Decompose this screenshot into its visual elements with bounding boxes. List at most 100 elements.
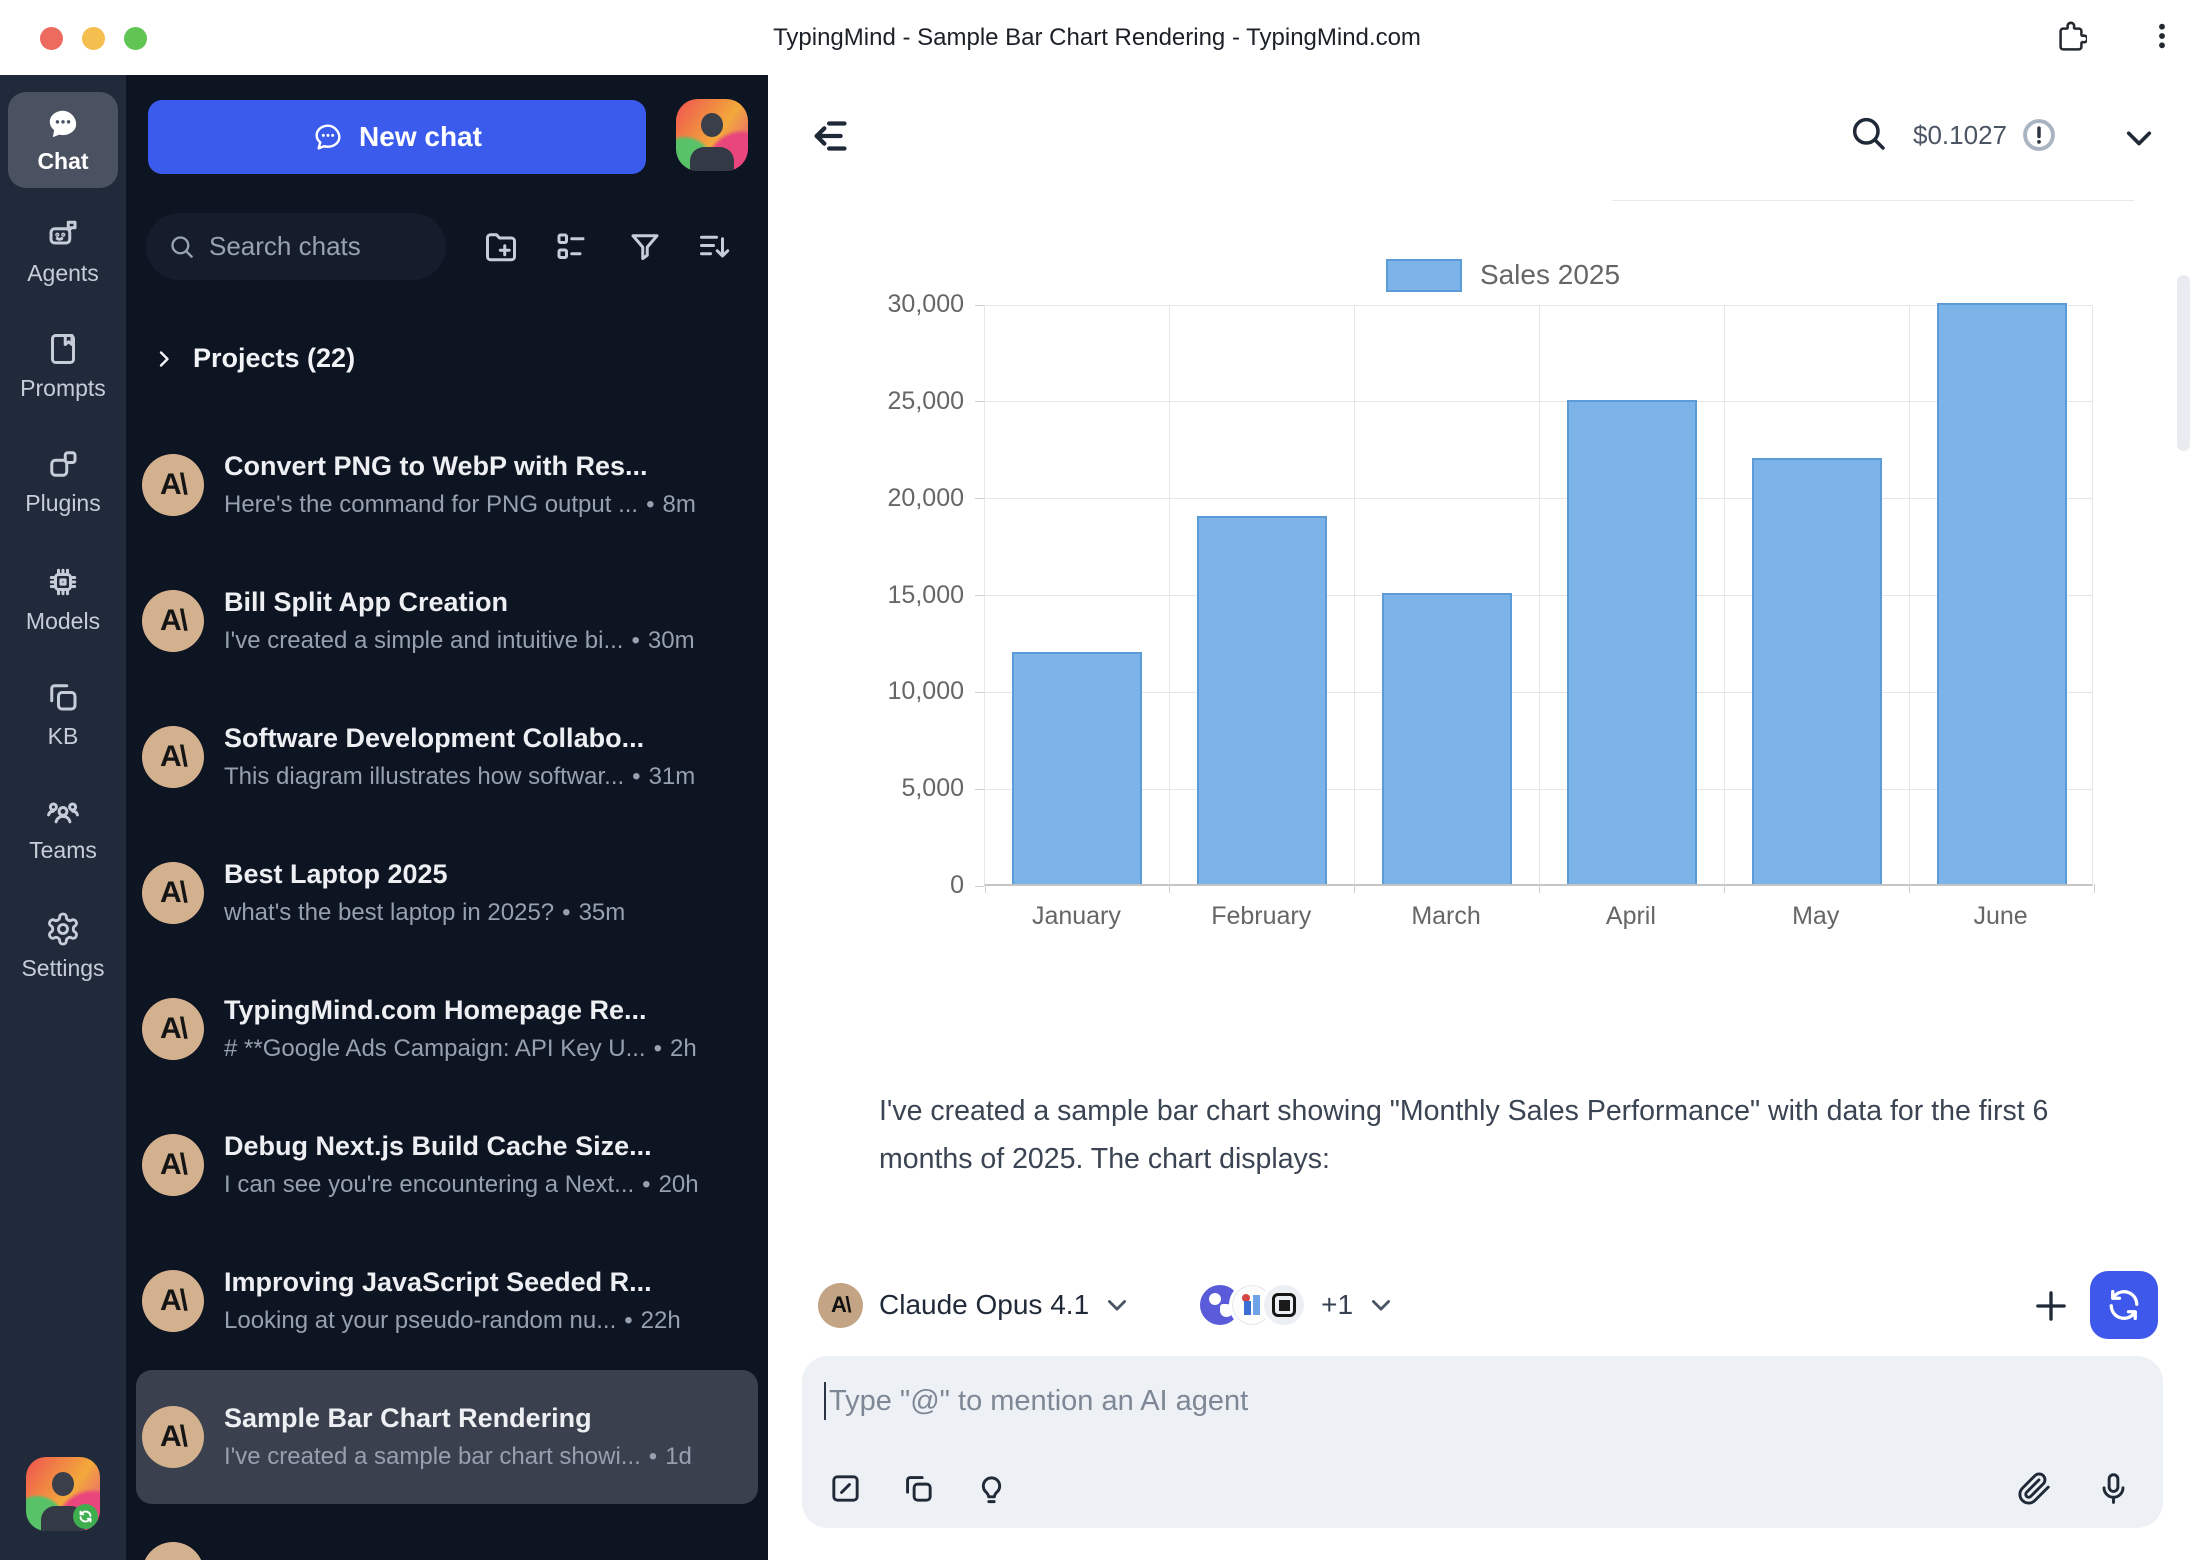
projects-label: Projects (22) [193,343,355,374]
microphone-icon[interactable] [2096,1471,2131,1506]
chart-plot [984,305,2093,886]
chat-preview: Looking at your pseudo-random nu...•22h [224,1307,681,1335]
sort-descending-icon[interactable] [697,229,733,265]
nav-item-settings[interactable]: Settings [0,902,126,990]
nav-item-plugins[interactable]: Plugins [0,437,126,525]
assistant-message: I've created a sample bar chart showing … [879,1087,2109,1183]
app-window: TypingMind - Sample Bar Chart Rendering … [0,0,2194,1560]
main-panel: $0.1027 Sales 2025 05,00010,00015,00020,… [768,75,2194,1560]
chat-list-item[interactable]: A\Bill Split App CreationI've created a … [136,554,758,688]
collapse-sidebar-icon[interactable] [809,113,855,159]
composer-input[interactable]: Type "@" to mention an AI agent [824,1382,1248,1420]
bar-chart: Sales 2025 05,00010,00015,00020,00025,00… [898,255,2108,931]
plugins-selector[interactable] [1197,1282,1307,1328]
nav-item-label: Prompts [20,375,106,402]
chat-list-item[interactable]: A\Debug Next.js Build Cache Size...I can… [136,1098,758,1232]
usage-cost-badge[interactable]: $0.1027 [1913,117,2057,153]
chart-bar [1197,516,1327,884]
browser-menu-kebab-icon[interactable] [2146,20,2178,52]
anthropic-logo: A\ [142,590,204,652]
x-axis-label: March [1354,902,1539,931]
chat-preview: # **Google Ads Campaign: API Key U...•2h [224,1035,697,1063]
nav-item-label: Settings [21,955,104,982]
chevron-down-icon[interactable] [1103,1291,1131,1319]
nav-item-chat[interactable]: Chat [8,92,118,188]
projects-section-toggle[interactable]: Projects (22) [152,343,355,374]
copies-icon[interactable] [901,1471,936,1506]
chart-bar [1937,303,2067,884]
chat-title: Software Development Collabo... [224,723,695,754]
scrollbar-thumb[interactable] [2177,275,2190,451]
model-selector-row: A\ Claude Opus 4.1 +1 [818,1271,1395,1339]
chat-title: Debug Next.js Build Cache Size... [224,1131,699,1162]
window-titlebar: TypingMind - Sample Bar Chart Rendering … [0,0,2194,75]
anthropic-logo: A\ [142,1542,204,1560]
nav-item-label: Chat [37,148,88,175]
chat-timestamp: 1d [665,1443,692,1470]
blocks-plugin-icon [45,446,81,482]
new-chat-button[interactable]: New chat [148,100,646,174]
chat-list-item[interactable]: A\Convert PNG to WebP with Res...Here's … [136,418,758,552]
anthropic-logo: A\ [142,1406,204,1468]
text-caret [824,1382,826,1420]
lightbulb-icon[interactable] [974,1471,1009,1506]
new-chat-label: New chat [359,121,482,153]
nav-item-label: KB [48,723,79,750]
nav-item-prompts[interactable]: Prompts [0,322,126,410]
x-axis-label: May [1723,902,1908,931]
chart-x-axis: JanuaryFebruaryMarchAprilMayJune [984,902,2093,931]
nav-item-kb[interactable]: KB [0,670,126,758]
extensions-puzzle-icon[interactable] [2055,20,2087,52]
user-avatar[interactable] [26,1457,100,1531]
chevron-down-icon[interactable] [2120,119,2158,157]
paperclip-icon[interactable] [2017,1471,2052,1506]
chat-timestamp: 20h [659,1171,699,1198]
chart-bar [1382,593,1512,884]
regenerate-button[interactable] [2090,1271,2158,1339]
chat-list-item[interactable]: A\Software Development Collabo...This di… [136,690,758,824]
anthropic-logo: A\ [142,454,204,516]
nav-item-models[interactable]: Models [0,555,126,643]
new-folder-icon[interactable] [483,229,519,265]
chat-preview: I've created a simple and intuitive bi..… [224,627,695,655]
sync-status-icon [73,1504,98,1529]
chat-title: Best Laptop 2025 [224,859,625,890]
model-selector[interactable]: Claude Opus 4.1 [879,1289,1089,1321]
search-conversation-icon[interactable] [1848,113,1888,153]
chip-icon [45,564,81,600]
chat-list-item[interactable]: A\Improving JavaScript Seeded R...Lookin… [136,1234,758,1368]
chat-timestamp: 30m [648,627,695,654]
people-group-icon [45,793,81,829]
robot-agent-icon [45,216,81,252]
filter-funnel-icon[interactable] [627,229,663,265]
chart-bar [1752,458,1882,884]
chat-list-item[interactable]: A\Sample Bar Chart RenderingI've created… [136,1370,758,1504]
chat-preview: Here's the command for PNG output ...•8m [224,491,696,519]
profile-avatar[interactable] [676,99,748,171]
search-placeholder: Search chats [209,231,361,262]
nav-item-label: Teams [29,837,97,864]
chevron-down-icon[interactable] [1367,1291,1395,1319]
alert-circle-icon [2021,117,2057,153]
chat-timestamp: 22h [641,1307,681,1334]
copies-kb-icon [45,679,81,715]
book-icon [45,331,81,367]
chat-list-item[interactable]: A\Add Dark Mode to PluginPermi... [136,1506,758,1560]
add-attachment-plus-icon[interactable] [2030,1285,2072,1327]
chart-y-axis: 05,00010,00015,00020,00025,00030,000 [864,305,984,886]
nav-item-label: Models [26,608,100,635]
gear-icon [45,911,81,947]
chevron-right-icon [152,347,176,371]
edit-canvas-icon[interactable] [828,1471,863,1506]
more-plugins-count[interactable]: +1 [1321,1289,1353,1321]
nav-item-teams[interactable]: Teams [0,784,126,872]
list-view-icon[interactable] [553,229,589,265]
anthropic-logo: A\ [142,1134,204,1196]
search-chats-input[interactable]: Search chats [146,213,446,280]
anthropic-logo: A\ [142,1270,204,1332]
message-composer[interactable]: Type "@" to mention an AI agent [802,1356,2163,1528]
chat-list-item[interactable]: A\Best Laptop 2025what's the best laptop… [136,826,758,960]
content-divider [1612,200,2134,201]
chat-list-item[interactable]: A\TypingMind.com Homepage Re...# **Googl… [136,962,758,1096]
nav-item-agents[interactable]: Agents [0,207,126,295]
